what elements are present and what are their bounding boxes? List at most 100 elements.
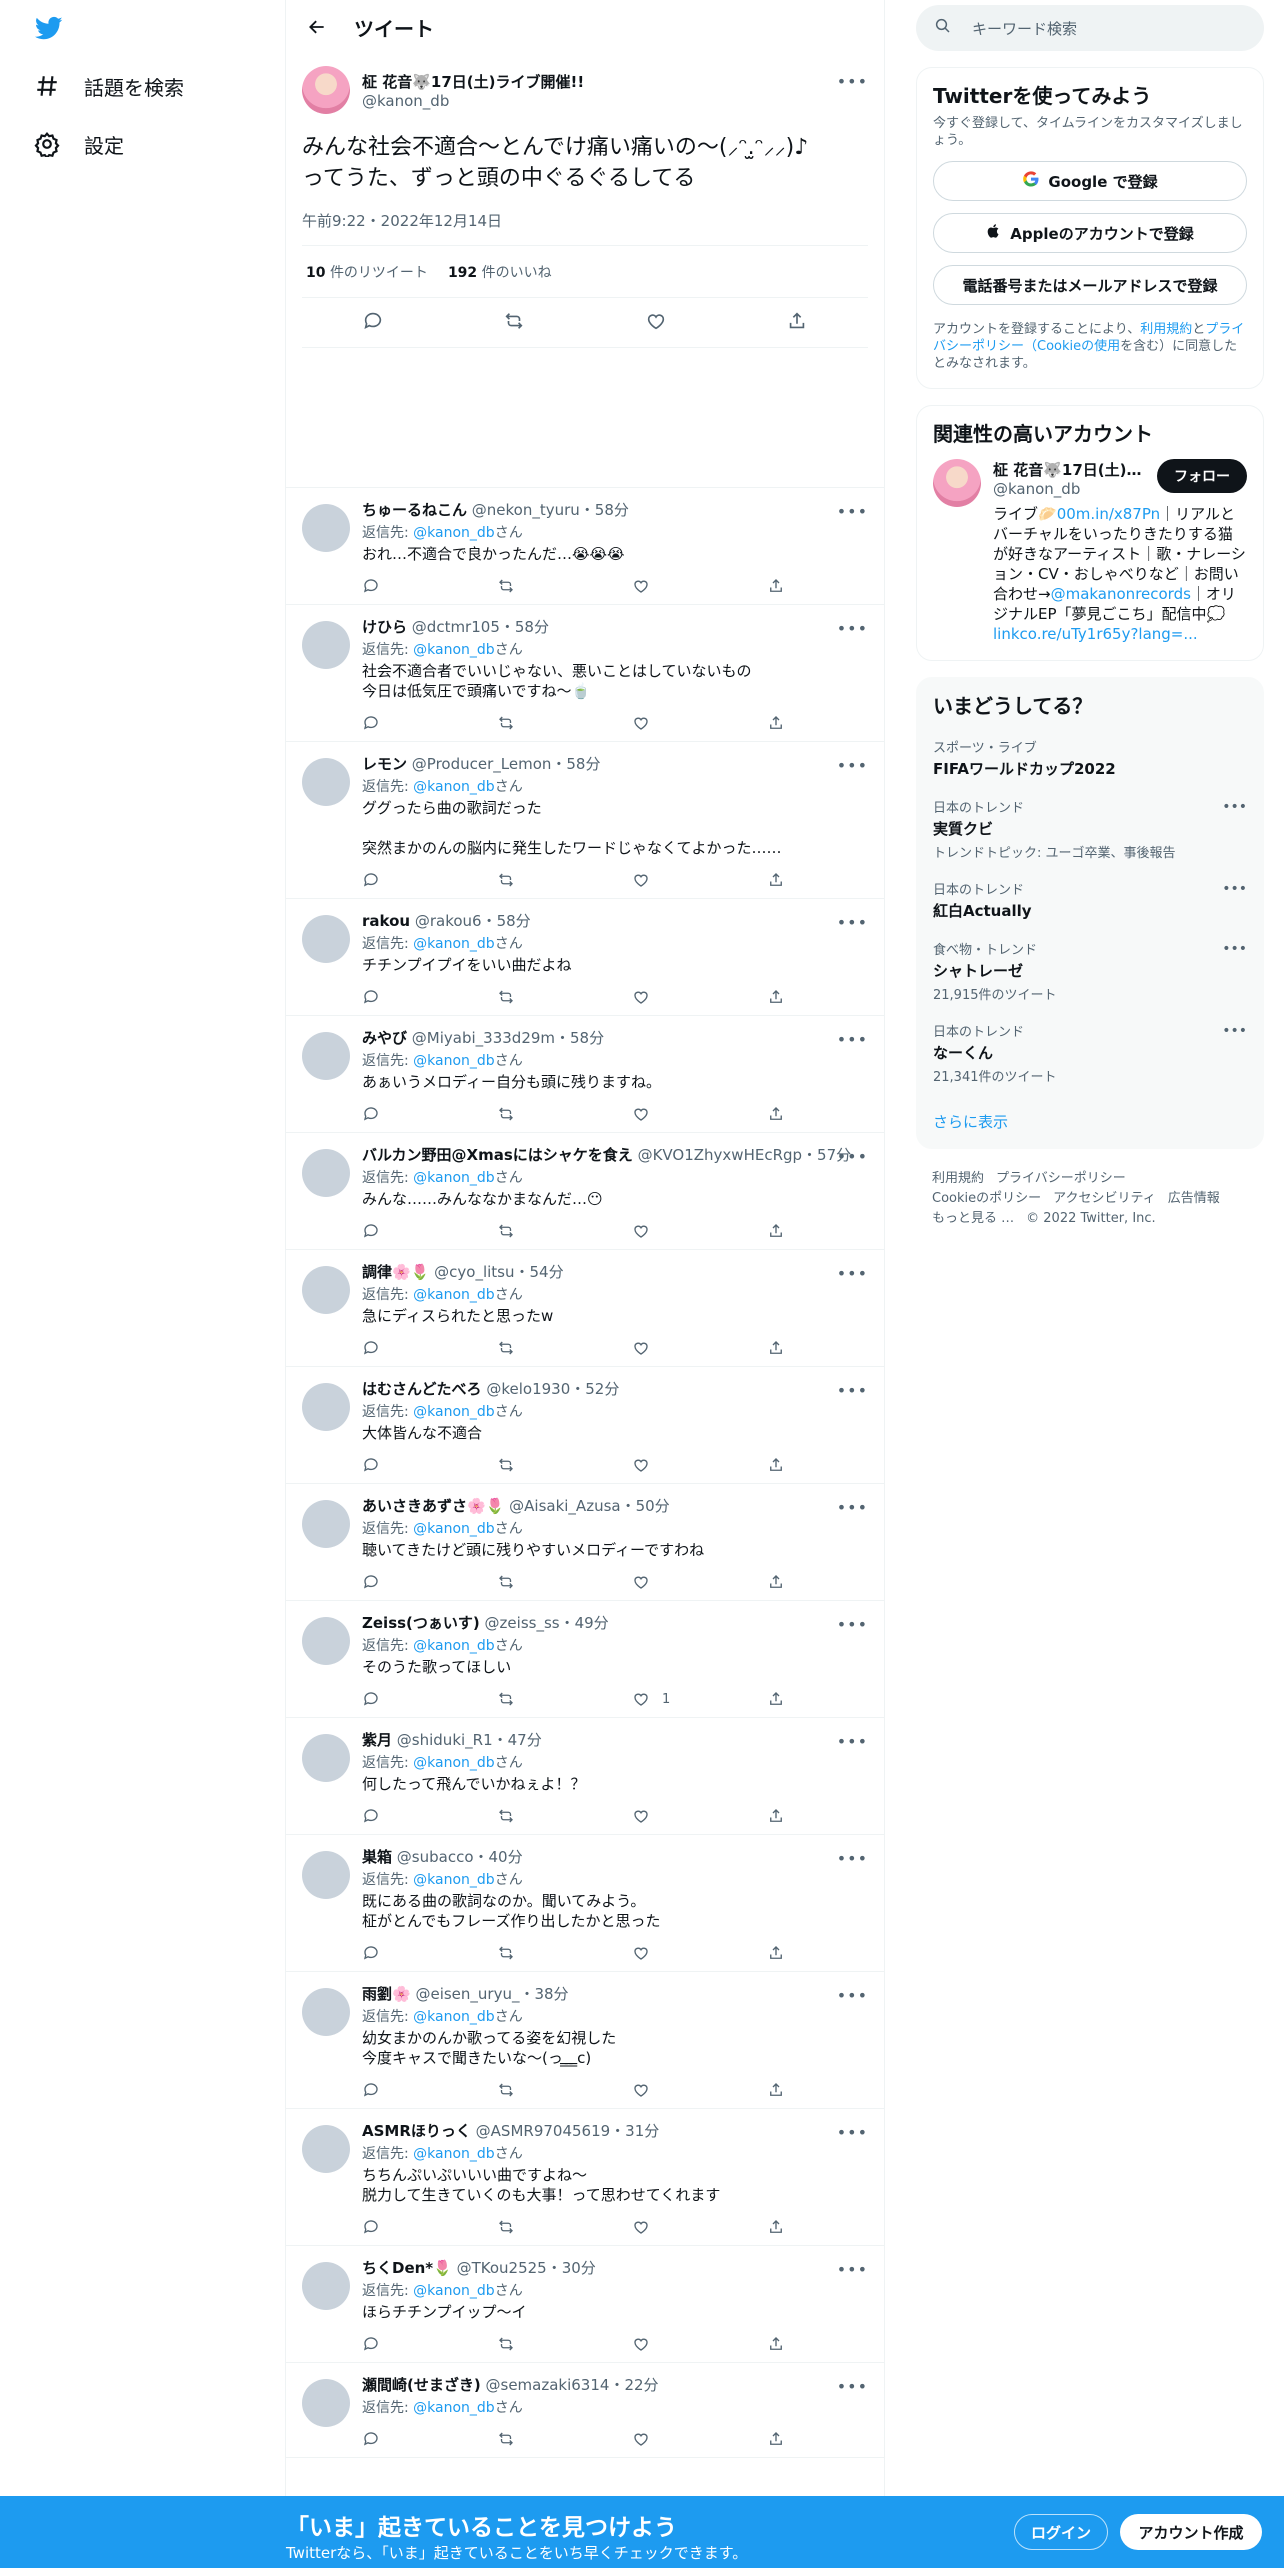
reply-meta[interactable]: @rakou6・58分 [415,912,531,930]
retweet-icon[interactable] [497,1690,632,1708]
more-icon[interactable]: ••• [837,1381,868,1400]
reply-author-name[interactable]: ASMRほりっく [362,2122,471,2140]
reply-to-handle[interactable]: @kanon_db [413,1287,495,1303]
twitter-logo-icon[interactable] [33,14,65,42]
share-icon[interactable] [767,1807,902,1825]
avatar[interactable] [302,2262,350,2310]
more-icon[interactable]: ••• [837,2377,868,2396]
like-icon[interactable] [632,1944,767,1962]
avatar[interactable] [302,621,350,669]
footer-privacy[interactable]: プライバシーポリシー [996,1171,1126,1186]
back-arrow-icon[interactable] [302,12,332,42]
retweet-icon[interactable] [497,1456,632,1474]
reply-icon[interactable] [362,577,497,595]
reply-to-handle[interactable]: @kanon_db [413,2400,495,2416]
reply-icon[interactable] [362,1222,497,1240]
reply-meta[interactable]: @cyo_litsu・54分 [434,1263,563,1281]
nav-explore[interactable]: 話題を検索 [32,62,184,110]
like-icon[interactable] [632,988,767,1006]
trend-item[interactable]: 食べ物・トレンド シャトレーゼ 21,915件のツイート ••• [933,939,1247,1003]
more-icon[interactable]: ••• [837,502,868,521]
reply-author-name[interactable]: rakou [362,912,410,930]
retweet-icon[interactable] [497,577,632,595]
reply-icon[interactable] [362,2218,497,2236]
reply-tweet[interactable]: けひら @dctmr105・58分 返信先: @kanon_dbさん 社会不適合者で… [286,605,884,742]
share-icon[interactable] [767,1105,902,1123]
reply-tweet[interactable]: 雨劉🌸 @eisen_uryu_・38分 返信先: @kanon_dbさん 幼女まか… [286,1972,884,2109]
share-icon[interactable] [767,1339,902,1357]
retweet-icon[interactable] [497,714,632,732]
avatar[interactable] [302,1988,350,2036]
like-icon[interactable] [632,2335,767,2353]
bio-link-2[interactable]: @makanonrecords [1051,585,1191,603]
more-icon[interactable]: ••• [837,2123,868,2142]
author-name[interactable]: 柾 花音🐺17日(土)ライブ開催!! [362,71,584,92]
reply-tweet[interactable]: Zeiss(つぁいす) @zeiss_ss・49分 返信先: @kanon_dbさ… [286,1601,884,1718]
reply-to-handle[interactable]: @kanon_db [413,2009,495,2025]
more-icon[interactable]: ••• [837,1147,868,1166]
more-icon[interactable]: ••• [837,1849,868,1868]
retweet-count[interactable]: 10 件のリツイート [306,262,428,282]
like-count[interactable]: 192 件のいいね [448,262,552,282]
reply-to-handle[interactable]: @kanon_db [413,1404,495,1420]
reply-to-handle[interactable]: @kanon_db [413,1755,495,1771]
reply-to-handle[interactable]: @kanon_db [413,642,495,658]
reply-icon[interactable] [362,871,497,889]
more-icon[interactable]: ••• [837,72,868,91]
reply-icon[interactable] [362,1456,497,1474]
reply-to-handle[interactable]: @kanon_db [413,1053,495,1069]
follow-button[interactable]: フォロー [1157,459,1247,493]
reply-author-name[interactable]: あいさきあずさ🌸🌷 [362,1497,504,1515]
share-icon[interactable] [767,2430,902,2448]
more-icon[interactable]: ••• [1222,941,1247,957]
signup-button[interactable]: アカウント作成 [1120,2514,1262,2550]
search-input[interactable]: キーワード検索 [972,18,1077,39]
reply-author-name[interactable]: レモン [362,755,407,773]
more-icon[interactable]: ••• [837,913,868,932]
like-icon[interactable] [632,1222,767,1240]
share-icon[interactable] [767,2218,902,2236]
reply-meta[interactable]: @shiduki_R1・47分 [397,1731,542,1749]
more-icon[interactable]: ••• [837,756,868,775]
more-icon[interactable]: ••• [837,1615,868,1634]
retweet-icon[interactable] [497,2335,632,2353]
retweet-icon[interactable] [497,988,632,1006]
reply-icon[interactable] [362,1105,497,1123]
share-icon[interactable] [767,988,902,1006]
reply-icon[interactable] [362,2081,497,2099]
trend-item[interactable]: 日本のトレンド なーくん 21,341件のツイート ••• [933,1021,1247,1085]
reply-meta[interactable]: @ASMR97045619・31分 [476,2122,660,2140]
reply-author-name[interactable]: ちくDen*🌷 [362,2259,452,2277]
reply-author-name[interactable]: 巣箱 [362,1848,392,1866]
retweet-icon[interactable] [497,1944,632,1962]
nav-settings[interactable]: 設定 [32,120,124,168]
phone-signup-button[interactable]: 電話番号またはメールアドレスで登録 [933,265,1247,305]
reply-tweet[interactable]: はむさんどたべろ @kelo1930・52分 返信先: @kanon_dbさん 大体… [286,1367,884,1484]
retweet-icon[interactable] [497,1573,632,1591]
reply-to-handle[interactable]: @kanon_db [413,2146,495,2162]
avatar[interactable] [302,1383,350,1431]
reply-tweet[interactable]: 調律🌸🌷 @cyo_litsu・54分 返信先: @kanon_dbさん 急にディス… [286,1250,884,1367]
bio-link-1[interactable]: 00m.in/x87Pn [1057,505,1160,523]
reply-meta[interactable]: @nekon_tyuru・58分 [472,501,629,519]
like-icon[interactable] [632,1456,767,1474]
avatar[interactable] [302,66,350,114]
footer-accessibility[interactable]: アクセシビリティ [1053,1191,1156,1206]
reply-meta[interactable]: @kelo1930・52分 [486,1380,619,1398]
reply-tweet[interactable]: rakou @rakou6・58分 返信先: @kanon_dbさん チチンプイプイ… [286,899,884,1016]
google-signup-button[interactable]: Google で登録 [933,161,1247,201]
reply-icon[interactable] [362,1807,497,1825]
related-account[interactable]: 柾 花音🐺17日(土)ラ... @kanon_db ライブ🥟00m.in/x87… [933,459,1247,644]
show-more-link[interactable]: さらに表示 [933,1111,1247,1132]
reply-icon[interactable] [362,714,497,732]
more-icon[interactable]: ••• [837,619,868,638]
like-icon[interactable] [632,2081,767,2099]
retweet-icon[interactable] [497,1807,632,1825]
main-tweet-author[interactable]: 柾 花音🐺17日(土)ライブ開催!! @kanon_db ••• [302,64,868,116]
avatar[interactable] [302,1734,350,1782]
reply-to-handle[interactable]: @kanon_db [413,779,495,795]
like-icon[interactable] [632,871,767,889]
retweet-icon[interactable] [497,871,632,889]
reply-author-name[interactable]: 瀬間崎(せまざき) [362,2376,481,2394]
reply-author-name[interactable]: けひら [362,618,407,636]
